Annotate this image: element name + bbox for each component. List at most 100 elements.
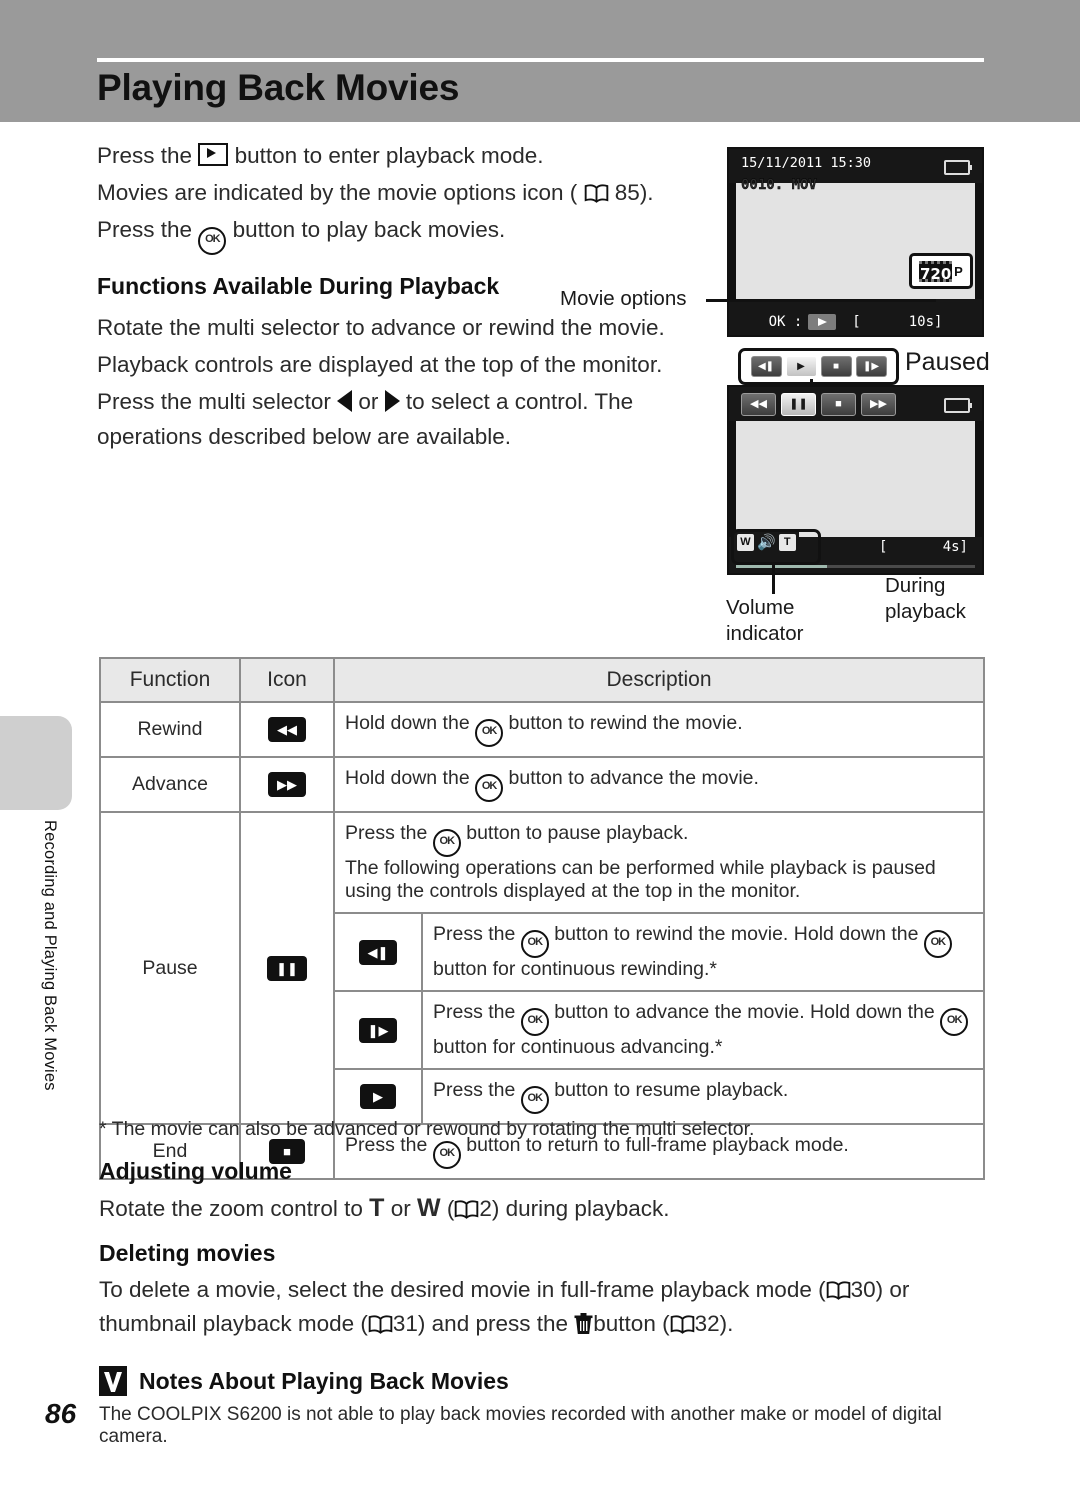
book-reference-icon xyxy=(368,1315,393,1334)
row-pause-description: Press the OK button to pause playback. T… xyxy=(333,811,985,1125)
note-header: Notes About Playing Back Movies xyxy=(99,1366,509,1396)
battery-icon xyxy=(944,160,972,175)
screen1-duration: 10s] xyxy=(908,314,943,330)
screen1-ok-label: OK : xyxy=(768,314,803,330)
row-advance-icon-cell: ▶▶ xyxy=(239,756,335,813)
intro-p1-text-a: Press the xyxy=(97,143,193,168)
chapter-tab xyxy=(0,716,72,810)
advance-desc-b: button to advance the movie. xyxy=(508,767,759,789)
table-row: Pause ❚❚ Press the OK button to pause pl… xyxy=(99,811,985,1125)
intro-p2-text-b: ). xyxy=(639,180,654,205)
row-advance-description: Hold down the OK button to advance the m… xyxy=(333,756,985,813)
rewind-icon: ◀◀ xyxy=(268,717,306,742)
intro-paragraph-1: Press the button to enter playback mode. xyxy=(97,138,697,173)
fp3-text-a: Press the multi selector xyxy=(97,389,331,414)
screen2-bracket: [ xyxy=(879,539,888,555)
sa-text-a: Press the xyxy=(433,1001,516,1023)
ok-button-icon: OK xyxy=(475,774,504,802)
callout-step-advance-icon: ❚▶ xyxy=(855,356,887,377)
screen2-pause-icon: ❚❚ xyxy=(781,393,816,416)
av-text-a: Rotate the zoom control to xyxy=(99,1196,363,1221)
table-header-description: Description xyxy=(333,657,985,703)
table-header-function: Function xyxy=(99,657,241,703)
pause-subtable: Press the OK button to pause playback. T… xyxy=(335,813,983,1123)
ok-button-icon: OK xyxy=(432,829,461,857)
step-advance-icon-cell: ❚▶ xyxy=(335,990,423,1070)
functions-paragraph-2: Playback controls are displayed at the t… xyxy=(97,352,663,377)
deleting-movies-heading: Deleting movies xyxy=(99,1240,276,1266)
row-pause-function: Pause xyxy=(99,811,241,1125)
step-rewind-icon-cell: ◀❚ xyxy=(335,912,423,992)
pause-subrow: ❚▶ Press the OK button to advance the mo… xyxy=(335,990,983,1070)
pause-intro-a: Press the xyxy=(345,822,428,844)
row-rewind-function: Rewind xyxy=(99,701,241,758)
functions-table: Function Icon Description Rewind ◀◀ Hold… xyxy=(99,657,985,1180)
resume-play-icon-cell: ▶ xyxy=(335,1068,423,1123)
paused-callout-label: Paused xyxy=(905,348,990,376)
page-title: Playing Back Movies xyxy=(97,67,460,108)
during-playback-line1: During xyxy=(885,574,946,597)
page-number: 86 xyxy=(45,1398,77,1429)
screen1-datetime: 15/11/2011 15:30 xyxy=(741,155,872,171)
multi-selector-right-icon xyxy=(384,390,400,412)
during-playback-line2: playback xyxy=(885,600,966,623)
rp-text-a: Press the xyxy=(433,1079,516,1101)
dm-ref2: 31 xyxy=(392,1311,418,1336)
step-advance-description: Press the OK button to advance the movie… xyxy=(421,990,983,1070)
playback-control-strip: ◀◀ ❚❚ ■ ▶▶ xyxy=(741,393,896,416)
advance-icon: ▶▶ xyxy=(268,772,306,797)
pause-intro-row: Press the OK button to pause playback. T… xyxy=(335,813,983,914)
movie-options-leader-line xyxy=(706,299,936,302)
screen2-duration: 4s] xyxy=(942,539,968,555)
volume-indicator-highlight xyxy=(731,529,821,565)
zoom-t-label: T xyxy=(369,1194,385,1222)
play-icon: ▶ xyxy=(360,1084,396,1109)
rp-text-b: button to resume playback. xyxy=(554,1079,789,1101)
pause-icon: ❚❚ xyxy=(267,955,307,981)
deleting-movies-text: To delete a movie, select the desired mo… xyxy=(99,1273,989,1341)
dm-ref1: 30 xyxy=(850,1277,876,1302)
callout-play-icon: ▶ xyxy=(785,356,817,377)
table-header-row: Function Icon Description xyxy=(99,657,985,703)
movie-options-suffix: P xyxy=(954,263,963,279)
step-advance-icon: ❚▶ xyxy=(358,1017,398,1043)
intro-p3-text-b: button to play back movies. xyxy=(232,217,506,242)
table-row: Rewind ◀◀ Hold down the OK button to rew… xyxy=(99,701,985,758)
sr-text-b: button to rewind the movie. Hold down th… xyxy=(554,923,919,945)
row-rewind-description: Hold down the OK button to rewind the mo… xyxy=(333,701,985,758)
delete-button-icon xyxy=(574,1313,593,1334)
paused-controls-callout: ◀❚ ▶ ■ ❚▶ xyxy=(738,348,899,385)
step-rewind-icon: ◀❚ xyxy=(358,939,398,965)
movie-options-indicator: 720 P xyxy=(909,253,973,289)
volume-leader-line xyxy=(772,562,775,594)
ok-button-icon: OK xyxy=(520,1086,549,1114)
note-body: The COOLPIX S6200 is not able to play ba… xyxy=(99,1404,942,1447)
ok-button-icon: OK xyxy=(475,719,504,747)
sa-text-c: button for continuous advancing.* xyxy=(433,1036,723,1058)
screen1-ok-hint-row: OK : [ 10s] xyxy=(729,314,982,330)
fp3-or: or xyxy=(358,389,379,414)
play-hint-icon xyxy=(808,314,837,330)
rewind-desc-a: Hold down the xyxy=(345,712,470,734)
ok-button-icon: OK xyxy=(923,930,952,958)
row-rewind-icon-cell: ◀◀ xyxy=(239,701,335,758)
functions-paragraph-1: Rotate the multi selector to advance or … xyxy=(97,315,665,340)
caution-check-icon xyxy=(99,1366,127,1396)
adjusting-volume-section: Adjusting volume Rotate the zoom control… xyxy=(99,1158,989,1226)
movie-options-value: 720 xyxy=(919,260,953,283)
resume-play-description: Press the OK button to resume playback. xyxy=(421,1068,983,1123)
pause-subrow: ◀❚ Press the OK button to rewind the mov… xyxy=(335,912,983,992)
table-header-icon: Icon xyxy=(239,657,335,703)
pause-intro-b: button to pause playback. xyxy=(466,822,689,844)
functions-paragraph-3: Press the multi selector or to select a … xyxy=(97,384,697,454)
callout-step-rewind-icon: ◀❚ xyxy=(750,356,782,377)
pause-intro-line1: Press the OK button to pause playback. xyxy=(345,822,973,857)
page-header-band: Playing Back Movies xyxy=(0,0,1080,122)
screen2-rewind-icon: ◀◀ xyxy=(741,393,776,416)
volume-callout-line2: indicator xyxy=(726,622,804,645)
screen1-bracket: [ xyxy=(852,314,861,330)
pause-intro-cell: Press the OK button to pause playback. T… xyxy=(335,813,983,914)
intro-paragraph-3: Press the OK button to play back movies. xyxy=(97,212,697,255)
intro-p1-text-b: button to enter playback mode. xyxy=(234,143,544,168)
row-pause-icon-cell: ❚❚ xyxy=(239,811,335,1125)
